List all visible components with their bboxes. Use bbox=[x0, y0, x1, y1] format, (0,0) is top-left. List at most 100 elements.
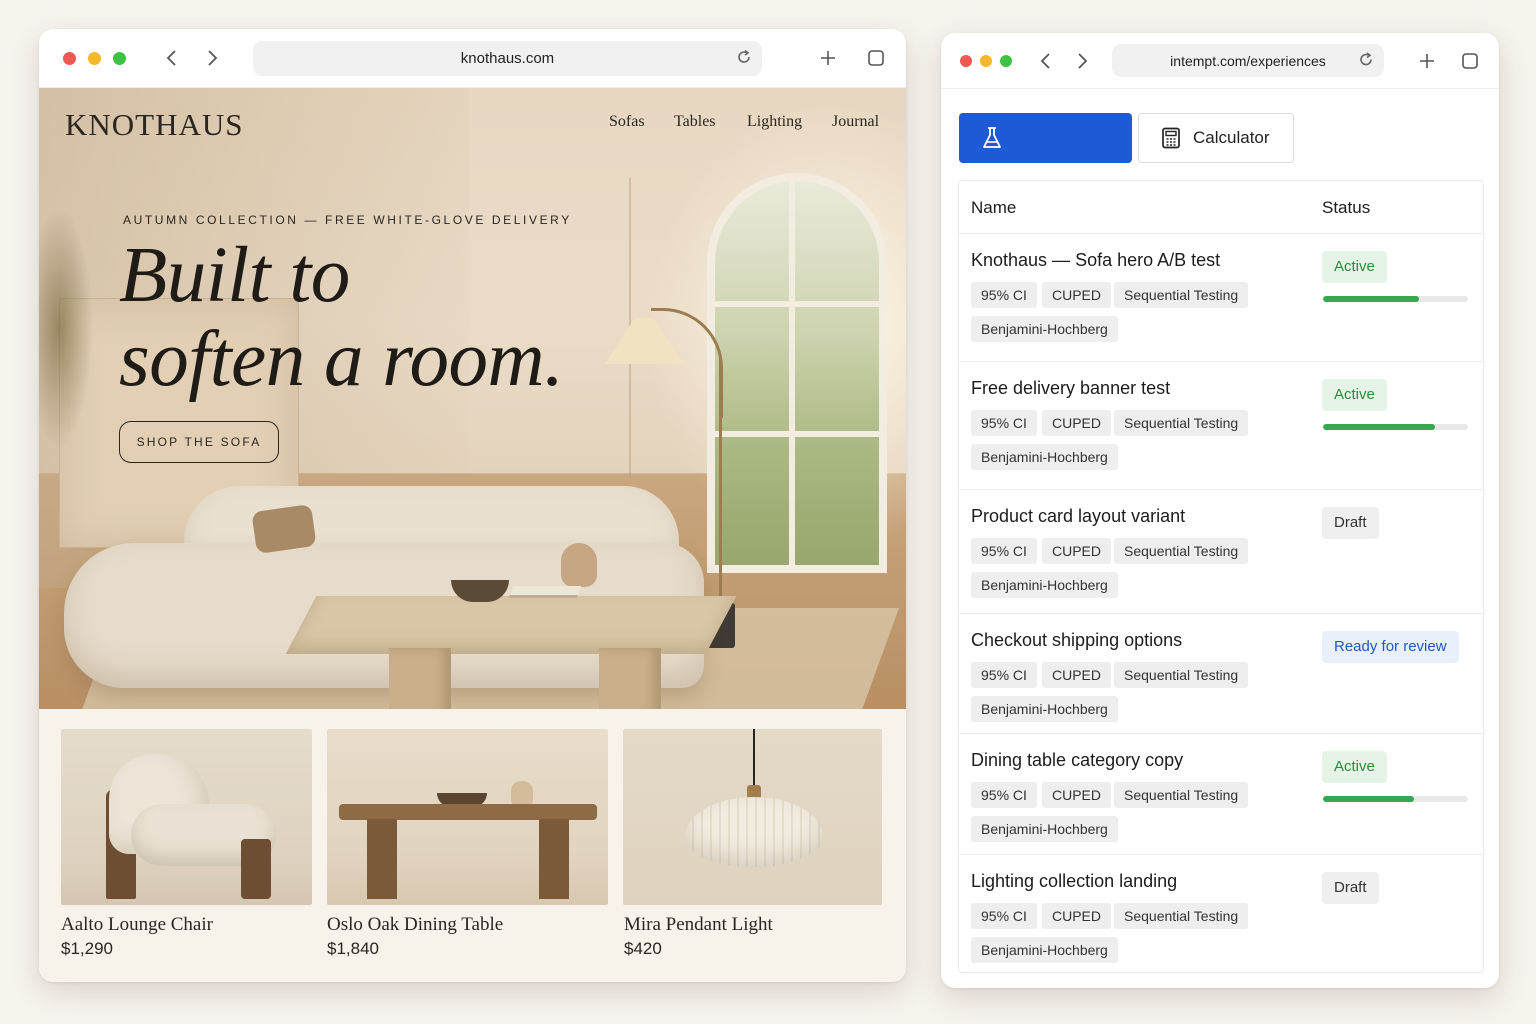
browser-toolbar: intempt.com/experiences bbox=[941, 33, 1499, 89]
table-header: Name Status bbox=[959, 181, 1483, 234]
progress-bar bbox=[1323, 796, 1468, 802]
column-header-name[interactable]: Name bbox=[971, 198, 1016, 218]
hero-vase bbox=[561, 543, 597, 587]
minimize-window-button[interactable] bbox=[980, 55, 992, 67]
address-bar[interactable]: intempt.com/experiences bbox=[1112, 44, 1384, 77]
table-row[interactable]: Checkout shipping options 95% CI CUPED Sequ… bbox=[959, 614, 1483, 734]
window-mullion bbox=[715, 301, 879, 307]
product-image-table[interactable] bbox=[327, 729, 608, 905]
tab-calculator[interactable]: Calculator bbox=[1138, 113, 1294, 163]
tag-chip: Benjamini-Hochberg bbox=[971, 696, 1118, 722]
product-price: $420 bbox=[624, 939, 662, 958]
tag-chip: CUPED bbox=[1042, 538, 1112, 564]
tag-chip: Sequential Testing bbox=[1114, 662, 1249, 688]
hero-table-leg bbox=[389, 648, 451, 709]
experiment-name[interactable]: Product card layout variant bbox=[971, 506, 1185, 527]
calculator-icon bbox=[1161, 127, 1181, 149]
table-row[interactable]: Product card layout variant 95% CI CUPED Se… bbox=[959, 490, 1483, 614]
experiment-name[interactable]: Checkout shipping options bbox=[971, 630, 1182, 651]
table-top bbox=[339, 804, 597, 820]
minimize-window-button[interactable] bbox=[88, 52, 101, 65]
flask-icon bbox=[981, 126, 1003, 150]
window-mullion bbox=[789, 181, 795, 565]
tag-chip: 95% CI bbox=[971, 903, 1037, 929]
status-badge: Ready for review bbox=[1322, 631, 1459, 663]
column-header-status[interactable]: Status bbox=[1322, 198, 1370, 218]
progress-bar bbox=[1323, 296, 1468, 302]
table-row[interactable]: Free delivery banner test 95% CI CUPED Sequ… bbox=[959, 362, 1483, 490]
table-leg bbox=[367, 819, 397, 899]
status-badge: Draft bbox=[1322, 872, 1379, 904]
brand-logo[interactable]: KNOTHAUS bbox=[65, 107, 244, 143]
tag-chip: CUPED bbox=[1042, 782, 1112, 808]
tag-chip: CUPED bbox=[1042, 903, 1112, 929]
hero-books bbox=[508, 586, 582, 598]
tab-experiments[interactable] bbox=[959, 113, 1132, 163]
tag-chip: Sequential Testing bbox=[1114, 782, 1249, 808]
store-browser-window: knothaus.com KNOTHAUS Sofas Tables Light… bbox=[39, 29, 906, 982]
reload-icon[interactable] bbox=[1358, 51, 1374, 70]
progress-fill bbox=[1323, 296, 1419, 302]
nav-tables[interactable]: Tables bbox=[674, 113, 716, 131]
progress-bar bbox=[1323, 424, 1468, 430]
experiments-table: Name Status Knothaus — Sofa hero A/B tes… bbox=[958, 180, 1484, 973]
tag-chip: 95% CI bbox=[971, 662, 1037, 688]
tabs-icon[interactable] bbox=[867, 49, 885, 67]
hero-lamp-pole bbox=[719, 358, 722, 608]
hero-table-leg bbox=[599, 648, 661, 709]
status-badge: Draft bbox=[1322, 507, 1379, 539]
tag-chip: 95% CI bbox=[971, 782, 1037, 808]
hero-plant bbox=[39, 148, 129, 508]
nav-sofas[interactable]: Sofas bbox=[609, 113, 645, 131]
hero-headline-line2: soften a room. bbox=[119, 316, 564, 403]
tag-chip: Sequential Testing bbox=[1114, 282, 1249, 308]
product-name[interactable]: Mira Pendant Light bbox=[624, 914, 773, 936]
table-row[interactable]: Dining table category copy 95% CI CUPED Seq… bbox=[959, 734, 1483, 855]
experiment-name[interactable]: Knothaus — Sofa hero A/B test bbox=[971, 250, 1220, 271]
back-icon[interactable] bbox=[1039, 52, 1053, 70]
experiment-name[interactable]: Free delivery banner test bbox=[971, 378, 1170, 399]
close-window-button[interactable] bbox=[63, 52, 76, 65]
experiment-name[interactable]: Lighting collection landing bbox=[971, 871, 1177, 892]
nav-lighting[interactable]: Lighting bbox=[747, 113, 802, 131]
shop-the-sofa-button[interactable]: SHOP THE SOFA bbox=[119, 421, 279, 463]
progress-fill bbox=[1323, 796, 1415, 802]
product-price: $1,840 bbox=[327, 939, 379, 958]
back-icon[interactable] bbox=[165, 49, 179, 67]
tag-chip: Benjamini-Hochberg bbox=[971, 444, 1118, 470]
forward-icon[interactable] bbox=[1075, 52, 1089, 70]
address-bar[interactable]: knothaus.com bbox=[253, 41, 762, 76]
product-image-pendant[interactable] bbox=[623, 729, 882, 905]
tag-chip: Sequential Testing bbox=[1114, 410, 1249, 436]
hero-arched-window bbox=[707, 173, 887, 573]
table-row[interactable]: Lighting collection landing 95% CI CUPED Se… bbox=[959, 855, 1483, 973]
product-name[interactable]: Oslo Oak Dining Table bbox=[327, 914, 503, 936]
new-tab-icon[interactable] bbox=[819, 49, 837, 67]
browser-toolbar: knothaus.com bbox=[39, 29, 906, 88]
experiment-name[interactable]: Dining table category copy bbox=[971, 750, 1183, 771]
tabs-icon[interactable] bbox=[1461, 52, 1479, 70]
tag-chip: CUPED bbox=[1042, 282, 1112, 308]
new-tab-icon[interactable] bbox=[1418, 52, 1436, 70]
hero-headline-line1: Built to bbox=[119, 232, 350, 319]
window-mullion bbox=[715, 431, 879, 437]
nav-journal[interactable]: Journal bbox=[832, 113, 879, 131]
maximize-window-button[interactable] bbox=[1000, 55, 1012, 67]
status-badge: Active bbox=[1322, 251, 1387, 283]
forward-icon[interactable] bbox=[205, 49, 219, 67]
reload-icon[interactable] bbox=[736, 49, 752, 69]
product-price: $1,290 bbox=[61, 939, 113, 958]
hero-coffee-table bbox=[285, 596, 737, 654]
product-name[interactable]: Aalto Lounge Chair bbox=[61, 914, 213, 936]
experiments-browser-window: intempt.com/experiences Calculator Name … bbox=[941, 33, 1499, 988]
close-window-button[interactable] bbox=[960, 55, 972, 67]
tag-chip: 95% CI bbox=[971, 538, 1037, 564]
product-image-chair[interactable] bbox=[61, 729, 312, 905]
table-leg bbox=[539, 819, 569, 899]
maximize-window-button[interactable] bbox=[113, 52, 126, 65]
status-badge: Active bbox=[1322, 751, 1387, 783]
table-row[interactable]: Knothaus — Sofa hero A/B test 95% CI CUPED… bbox=[959, 234, 1483, 362]
chair-frame bbox=[241, 839, 271, 899]
tag-chip: Benjamini-Hochberg bbox=[971, 937, 1118, 963]
product-grid: Aalto Lounge Chair $1,290 Oslo Oak Dinin… bbox=[39, 709, 906, 982]
